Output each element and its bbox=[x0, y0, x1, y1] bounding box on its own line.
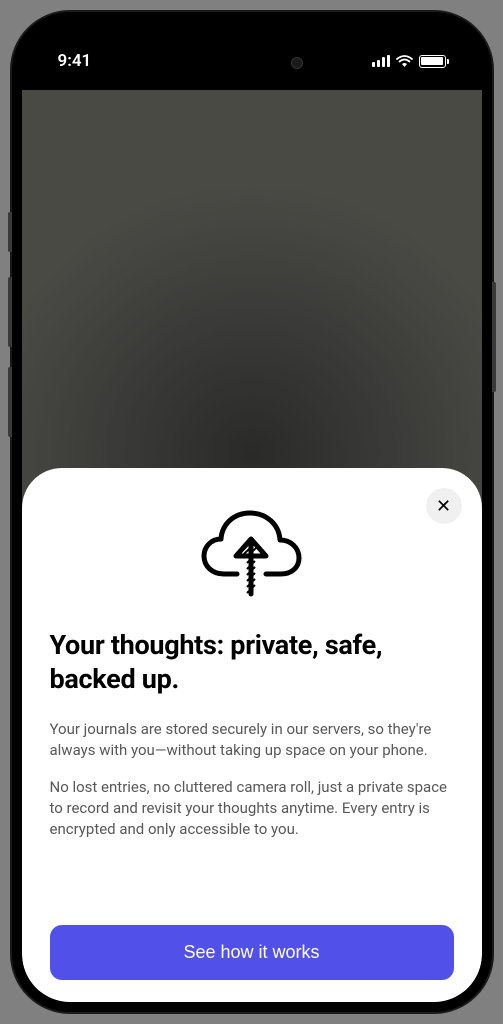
battery-icon bbox=[419, 55, 446, 68]
close-button[interactable]: ✕ bbox=[426, 488, 462, 524]
bottom-sheet: ✕ bbox=[22, 468, 482, 1002]
see-how-it-works-button[interactable]: See how it works bbox=[50, 925, 454, 980]
dynamic-island bbox=[187, 44, 317, 82]
power-button bbox=[492, 282, 496, 392]
sheet-paragraph-1: Your journals are stored securely in our… bbox=[50, 719, 454, 761]
sheet-paragraph-2: No lost entries, no cluttered camera rol… bbox=[50, 777, 454, 840]
status-time: 9:41 bbox=[58, 51, 92, 71]
cellular-signal-icon bbox=[372, 55, 390, 67]
status-icons bbox=[372, 55, 446, 68]
volume-down-button bbox=[8, 367, 12, 437]
wifi-icon bbox=[396, 55, 413, 67]
sheet-title: Your thoughts: private, safe, backed up. bbox=[50, 629, 454, 697]
screen: 9:41 bbox=[22, 22, 482, 1002]
volume-up-button bbox=[8, 277, 12, 347]
cloud-upload-icon bbox=[50, 506, 454, 601]
camera-icon bbox=[291, 57, 303, 69]
side-buttons-left bbox=[8, 212, 12, 457]
silent-switch bbox=[8, 212, 12, 252]
phone-frame: 9:41 bbox=[12, 12, 492, 1012]
close-icon: ✕ bbox=[436, 497, 451, 515]
dimmed-background: ✕ bbox=[22, 90, 482, 1002]
